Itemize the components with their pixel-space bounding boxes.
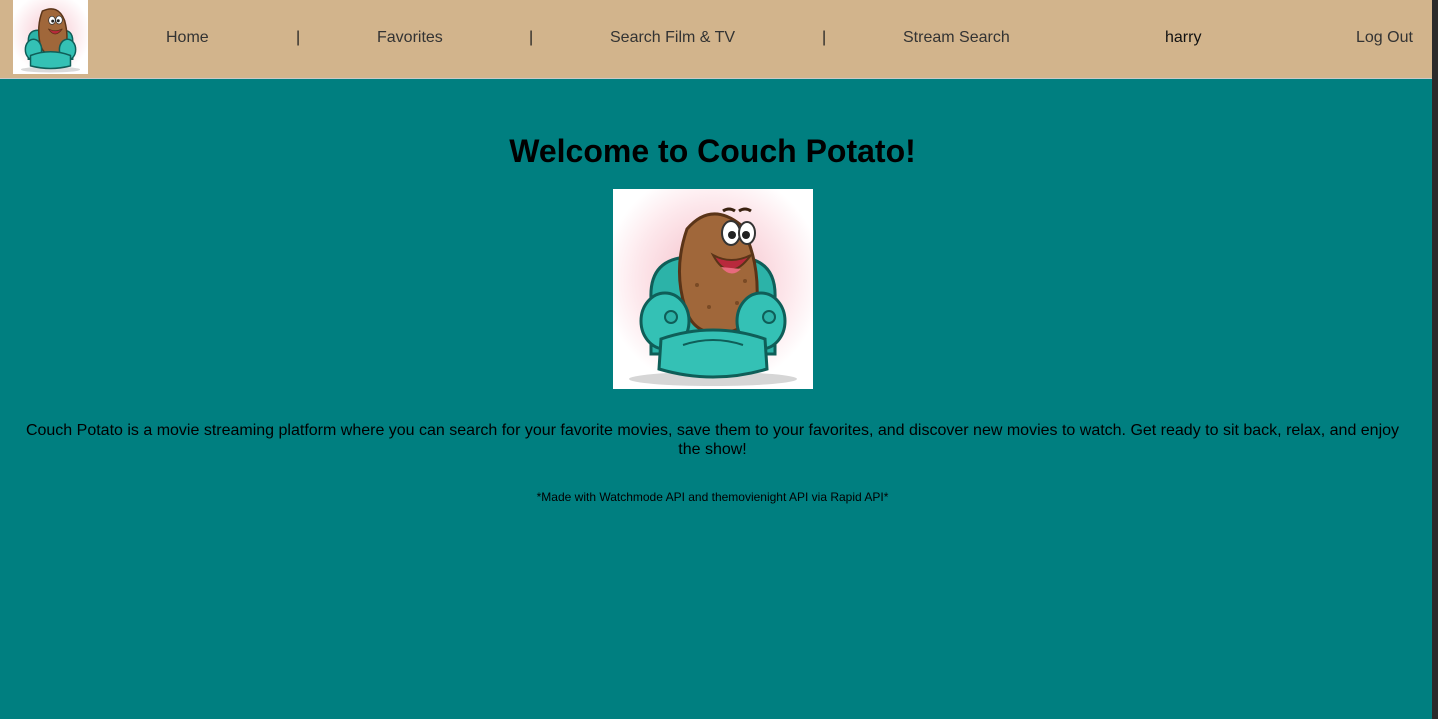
site-description: Couch Potato is a movie streaming platfo… <box>25 422 1400 458</box>
site-logo[interactable] <box>13 0 88 74</box>
couch-potato-logo-icon <box>13 0 88 74</box>
nav-separator: | <box>296 29 301 46</box>
api-credit-note: *Made with Watchmode API and themovienig… <box>536 490 889 504</box>
hero-image <box>613 189 813 389</box>
nav-home-link[interactable]: Home <box>166 28 209 48</box>
navbar: Home | Favorites | Search Film & TV | St… <box>0 0 1432 79</box>
page-title: Welcome to Couch Potato! <box>509 133 916 169</box>
window-edge <box>1432 0 1438 719</box>
nav-separator: | <box>529 29 534 46</box>
nav-username: harry <box>1165 29 1202 46</box>
nav-separator: | <box>822 29 827 46</box>
nav-search-film-tv-link[interactable]: Search Film & TV <box>610 28 735 48</box>
couch-potato-mascot-icon <box>613 189 813 389</box>
nav-stream-search-link[interactable]: Stream Search <box>903 28 1010 48</box>
nav-favorites-link[interactable]: Favorites <box>377 28 443 48</box>
nav-logout-link[interactable]: Log Out <box>1356 28 1413 48</box>
